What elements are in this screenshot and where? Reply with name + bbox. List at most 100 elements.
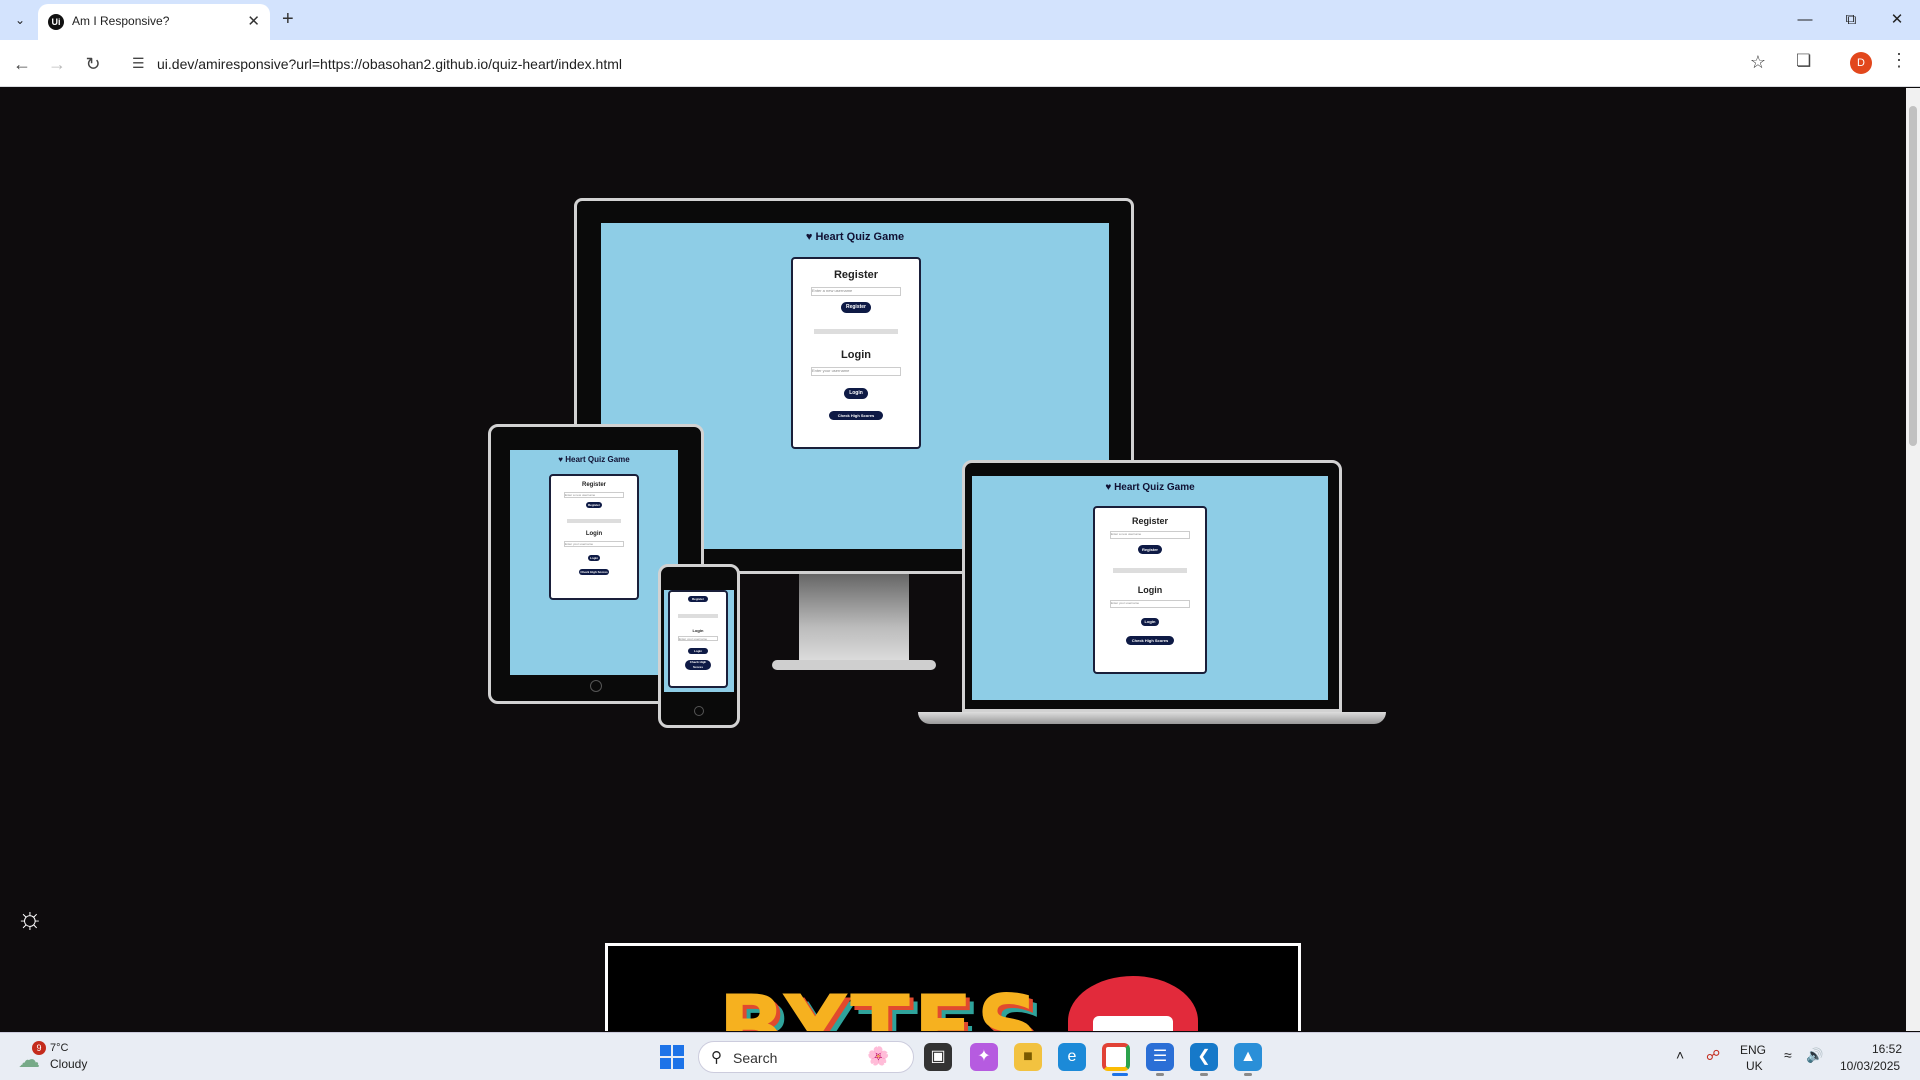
restore-button[interactable]: ⧉ xyxy=(1836,8,1866,32)
tab-strip: ⌄ Ui Am I Responsive? ✕ + — ⧉ ✕ xyxy=(0,0,1920,40)
search-icon: ⚲ xyxy=(711,1049,722,1066)
url-text[interactable]: ui.dev/amiresponsive?url=https://obasoha… xyxy=(157,56,622,72)
quiz-card: Register Enter a new username Register L… xyxy=(549,474,639,600)
weather-condition: Cloudy xyxy=(50,1057,88,1071)
tab-active[interactable]: Ui Am I Responsive? ✕ xyxy=(38,4,270,40)
favicon-icon: Ui xyxy=(48,14,64,30)
login-input[interactable]: Enter your username xyxy=(1110,600,1190,608)
site-info-icon[interactable]: ☰ xyxy=(132,55,145,72)
tab-close-icon[interactable]: ✕ xyxy=(247,12,260,30)
close-window-button[interactable]: ✕ xyxy=(1882,8,1912,32)
login-heading: Login xyxy=(841,349,871,361)
address-bar[interactable]: ☰ ui.dev/amiresponsive?url=https://obaso… xyxy=(120,46,1780,82)
bytes-logo: BYTES xyxy=(718,976,1043,1031)
laptop-screen: ♥ Heart Quiz Game Register Enter a new u… xyxy=(972,476,1328,700)
divider xyxy=(567,519,621,523)
chrome-active-indicator xyxy=(1112,1073,1128,1076)
task-view-icon[interactable]: ▣ xyxy=(924,1043,952,1071)
weather-temperature: 7°C xyxy=(50,1042,69,1054)
edge-icon[interactable]: e xyxy=(1058,1043,1086,1071)
clock-time[interactable]: 16:52 xyxy=(1872,1042,1902,1056)
login-heading: Login xyxy=(585,531,603,537)
high-scores-button[interactable]: Check High Scores xyxy=(1126,636,1174,645)
login-button[interactable]: Login xyxy=(588,555,600,561)
register-input[interactable]: Enter a new username xyxy=(1110,531,1190,539)
brand-title: Heart Quiz Game xyxy=(1114,482,1195,493)
tablet-home-button xyxy=(590,680,602,692)
extensions-icon[interactable]: ❏ xyxy=(1796,51,1811,71)
register-input[interactable]: Enter a new username xyxy=(811,287,901,296)
brand-title: Heart Quiz Game xyxy=(815,231,905,243)
heart-logo-icon: ♥ xyxy=(1105,482,1115,493)
search-label: Search xyxy=(733,1050,778,1066)
divider xyxy=(1113,568,1187,573)
sun-icon[interactable]: ☼ xyxy=(16,904,44,934)
clock-date[interactable]: 10/03/2025 xyxy=(1840,1059,1900,1073)
tray-overflow-icon[interactable]: ˄ xyxy=(1676,1047,1684,1063)
high-scores-button[interactable]: Check High Scores xyxy=(829,411,883,420)
brand-title: Heart Quiz Game xyxy=(565,455,630,464)
chrome-icon[interactable] xyxy=(1102,1043,1130,1071)
weather-badge: 9 xyxy=(32,1041,46,1055)
phone-mockup: Register Login Enter your username Login… xyxy=(658,564,740,728)
teeth-icon xyxy=(1093,1016,1173,1031)
divider xyxy=(814,329,898,334)
phone-home-button xyxy=(694,706,704,716)
page-scrollbar[interactable] xyxy=(1906,88,1920,1031)
copilot-icon[interactable]: ✦ xyxy=(970,1043,998,1071)
page-content: ♥ Heart Quiz Game Register Enter a new u… xyxy=(0,88,1906,1031)
quiz-card: Register Enter a new username Register L… xyxy=(1093,506,1207,674)
register-input[interactable]: Enter a new username xyxy=(564,492,624,498)
login-heading: Login xyxy=(692,628,704,633)
next-project-preview[interactable]: BYTES xyxy=(605,943,1301,1031)
search-highlight-icon: 🌸 xyxy=(867,1046,890,1066)
windows-start-icon[interactable] xyxy=(660,1045,684,1069)
security-icon[interactable]: ☍ xyxy=(1706,1047,1720,1064)
high-scores-button[interactable]: Check High Scores xyxy=(579,569,609,575)
laptop-mockup: ♥ Heart Quiz Game Register Enter a new u… xyxy=(918,460,1386,728)
file-explorer-icon[interactable]: ■ xyxy=(1014,1043,1042,1071)
language-indicator[interactable]: ENG xyxy=(1740,1043,1766,1057)
monitor-base xyxy=(772,660,936,670)
login-button[interactable]: Login xyxy=(1141,618,1159,626)
profile-avatar[interactable]: D xyxy=(1850,52,1872,74)
volume-icon[interactable]: 🔊 xyxy=(1806,1047,1823,1064)
login-button[interactable]: Login xyxy=(688,648,708,654)
tab-search-button[interactable]: ⌄ xyxy=(8,9,32,31)
register-button[interactable]: Register xyxy=(1138,545,1162,554)
menu-kebab-icon[interactable]: ⋮ xyxy=(1890,50,1908,71)
login-input[interactable]: Enter your username xyxy=(811,367,901,376)
back-button[interactable]: ← xyxy=(9,51,35,77)
register-button[interactable]: Register xyxy=(688,596,708,602)
login-input[interactable]: Enter your username xyxy=(564,541,624,547)
high-scores-button[interactable]: Check High Scores xyxy=(685,660,711,670)
vscode-icon[interactable]: ❮ xyxy=(1190,1043,1218,1071)
login-button[interactable]: Login xyxy=(844,388,868,399)
register-heading: Register xyxy=(1131,516,1168,526)
divider xyxy=(678,614,718,618)
notepad-indicator xyxy=(1156,1073,1164,1076)
photos-icon[interactable]: ▲ xyxy=(1234,1043,1262,1071)
wifi-icon[interactable]: ≈ xyxy=(1784,1047,1792,1063)
new-tab-button[interactable]: + xyxy=(282,8,294,30)
laptop-base xyxy=(918,712,1386,724)
login-input[interactable]: Enter your username xyxy=(678,636,718,641)
minimize-button[interactable]: — xyxy=(1790,8,1820,32)
region-indicator[interactable]: UK xyxy=(1746,1059,1763,1073)
bookmark-star-icon[interactable]: ☆ xyxy=(1750,52,1766,73)
reload-button[interactable]: ↻ xyxy=(80,51,106,77)
monitor-stand xyxy=(799,574,909,662)
vscode-indicator xyxy=(1200,1073,1208,1076)
photos-indicator xyxy=(1244,1073,1252,1076)
scrollbar-thumb[interactable] xyxy=(1909,106,1917,446)
forward-button[interactable]: → xyxy=(44,51,70,77)
register-button[interactable]: Register xyxy=(586,502,602,508)
register-heading: Register xyxy=(581,482,606,488)
register-button[interactable]: Register xyxy=(841,302,871,313)
notepad-icon[interactable]: ☰ xyxy=(1146,1043,1174,1071)
taskbar-search[interactable]: ⚲ Search 🌸 xyxy=(698,1041,914,1073)
quiz-card: Register Enter a new username Register L… xyxy=(791,257,921,449)
login-heading: Login xyxy=(1137,585,1163,595)
tab-title: Am I Responsive? xyxy=(72,14,170,28)
tablet-screen: ♥ Heart Quiz Game Register Enter a new u… xyxy=(510,450,678,675)
